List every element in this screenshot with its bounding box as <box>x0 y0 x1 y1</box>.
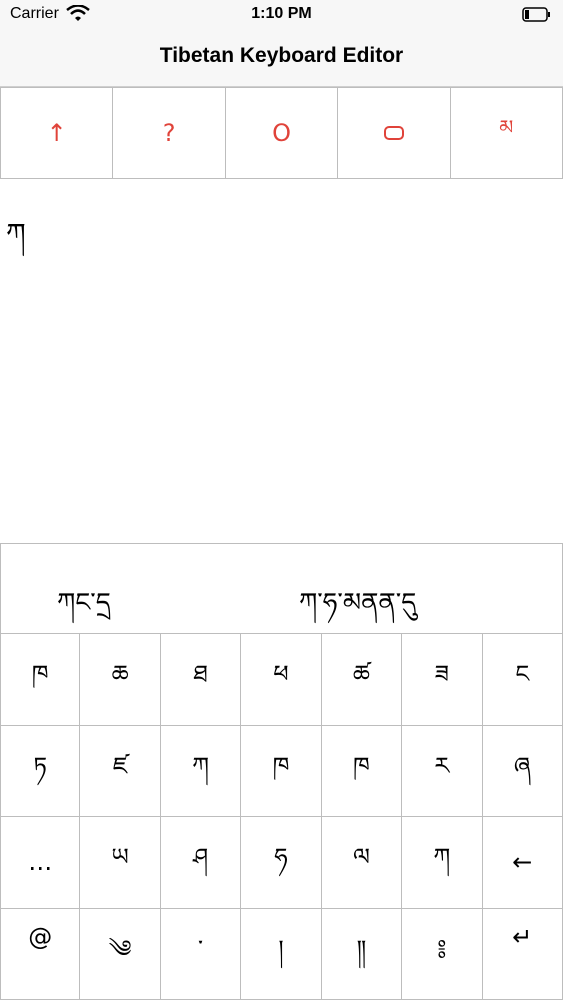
up-arrow-icon: ↑ <box>46 119 67 147</box>
key-nga[interactable]: ང <box>481 634 563 726</box>
tibetan-ma-icon: མ <box>499 115 514 139</box>
circle-button[interactable]: O <box>224 87 339 179</box>
tibetan-ma-button[interactable]: མ <box>449 87 563 179</box>
page-title: Tibetan Keyboard Editor <box>159 44 404 67</box>
key-cha[interactable]: ཆ <box>79 634 161 726</box>
key-la[interactable]: ལ <box>320 817 403 909</box>
key-more[interactable]: … <box>0 817 81 909</box>
editor-text: ཀ <box>6 217 26 250</box>
suggestion-bar: ཀང་དྲ ཀ་ཧ་མནན་དུ <box>0 543 563 634</box>
circle-icon: O <box>272 119 291 147</box>
key-ka[interactable]: ཀ <box>159 725 242 817</box>
status-bar: Carrier 1:10 PM <box>0 0 563 30</box>
battery-icon <box>522 7 550 22</box>
key-shad[interactable]: ། <box>240 908 322 1000</box>
key-pha[interactable]: ཕ <box>240 634 322 726</box>
question-button[interactable]: ? <box>112 87 226 179</box>
key-dza[interactable]: ཛ <box>79 725 161 817</box>
keyboard: ཁ ཆ ཐ ཕ ཚ ཟ ང ཏ ཛ ཀ ཁ ཁ ར ཞ … ཡ ཤ ཧ ལ ཀ … <box>0 634 563 1000</box>
key-nyis-shad[interactable]: ༎ <box>320 908 403 1000</box>
key-tsheg[interactable]: ་ <box>159 908 242 1000</box>
key-yig-mgo[interactable]: ༄ <box>79 908 161 1000</box>
question-icon: ? <box>162 119 176 147</box>
toolbar: ↑ ? O མ <box>0 87 563 179</box>
key-kha-3[interactable]: ཁ <box>320 725 403 817</box>
key-sha[interactable]: ཤ <box>159 817 242 909</box>
up-arrow-button[interactable]: ↑ <box>0 87 114 179</box>
key-gter-tsheg[interactable]: ༔ <box>401 908 483 1000</box>
status-time: 1:10 PM <box>251 5 312 22</box>
key-ha[interactable]: ཧ <box>240 817 322 909</box>
key-kha-2[interactable]: ཁ <box>240 725 322 817</box>
key-ta[interactable]: ཏ <box>0 725 81 817</box>
key-at[interactable]: @ <box>0 908 81 1000</box>
key-za[interactable]: ཟ <box>401 634 483 726</box>
return-icon[interactable]: ↵ <box>481 908 563 1000</box>
key-kha[interactable]: ཁ <box>0 634 81 726</box>
text-editor[interactable]: ཀ <box>0 180 563 542</box>
rounded-rect-button[interactable] <box>337 87 451 179</box>
key-ka-2[interactable]: ཀ <box>401 817 483 909</box>
key-tha[interactable]: ཐ <box>159 634 242 726</box>
backspace-icon[interactable]: ← <box>481 817 563 909</box>
key-zha[interactable]: ཞ <box>481 725 563 817</box>
rounded-rect-icon <box>383 126 404 140</box>
key-ra[interactable]: ར <box>401 725 483 817</box>
key-tsha[interactable]: ཚ <box>320 634 403 726</box>
nav-bar: Tibetan Keyboard Editor <box>0 30 563 87</box>
key-ya[interactable]: ཡ <box>79 817 161 909</box>
